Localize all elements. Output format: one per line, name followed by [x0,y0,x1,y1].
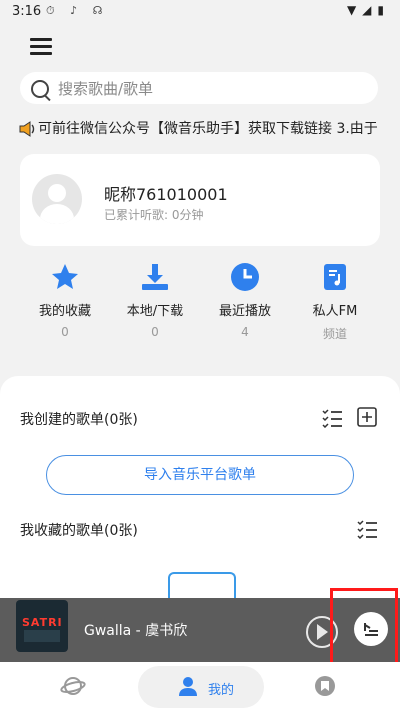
user-icon [179,677,197,696]
notice-text: 可前往微信公众号【微音乐助手】获取下载链接 3.由于 [38,121,378,137]
bottom-nav: 我的 [0,662,400,712]
quick-local-download[interactable]: 本地/下载 0 [110,262,200,339]
quick-private-fm[interactable]: 私人FM 频道 [290,262,380,342]
status-time: 3:16 [12,4,42,19]
list-manage-icon[interactable] [321,408,343,428]
quick-label: 最近播放 [218,304,271,319]
search-input[interactable] [56,76,360,102]
search-icon [31,80,49,98]
quick-count: 频道 [322,327,347,341]
import-playlist-button[interactable]: 导入音乐平台歌单 [46,455,354,495]
collected-list-manage-icon[interactable] [356,519,378,539]
music-note-icon [324,264,346,290]
quick-count: 0 [151,325,159,339]
notice-marquee: 可前往微信公众号【微音乐助手】获取下载链接 3.由于 [18,118,400,140]
system-icons: ▼◢▮ [346,3,390,17]
download-icon [142,264,168,290]
nickname: 昵称761010001 [104,185,228,204]
clock-icon [231,263,259,291]
cover-text: SATRI [22,616,63,629]
profile-card[interactable]: 昵称761010001 已累计听歌: 0分钟 [20,154,380,246]
star-icon [52,264,78,289]
status-bar: 3:16 ⏱ ♪ ☊ ▼◢▮ [0,0,400,24]
tab-mine-label: 我的 [208,683,235,698]
quick-favorites[interactable]: 我的收藏 0 [20,262,110,339]
tab-mine[interactable]: 我的 [138,666,264,708]
album-cover[interactable]: SATRI [16,600,68,652]
listen-info: 已累计听歌: 0分钟 [104,208,204,222]
notification-icons: ⏱ ♪ ☊ [46,4,109,17]
created-playlists-title: 我创建的歌单(0张) [20,412,138,428]
quick-label: 私人FM [312,304,358,319]
add-playlist-icon[interactable] [357,407,377,427]
planet-icon[interactable] [60,675,86,697]
speaker-icon [19,121,35,137]
quick-label: 我的收藏 [38,304,91,319]
avatar[interactable] [32,174,82,224]
highlight-box [330,588,398,672]
collected-playlists-title: 我收藏的歌单(0张) [20,523,138,539]
quick-count: 0 [61,325,69,339]
quick-label: 本地/下载 [126,304,184,319]
quick-count: 4 [241,325,249,339]
bookmark-icon[interactable] [314,675,336,697]
menu-icon[interactable] [30,38,52,56]
quick-recent[interactable]: 最近播放 4 [200,262,290,339]
track-title: Gwalla - 虞书欣 [84,623,188,639]
search-bar[interactable] [20,72,378,104]
